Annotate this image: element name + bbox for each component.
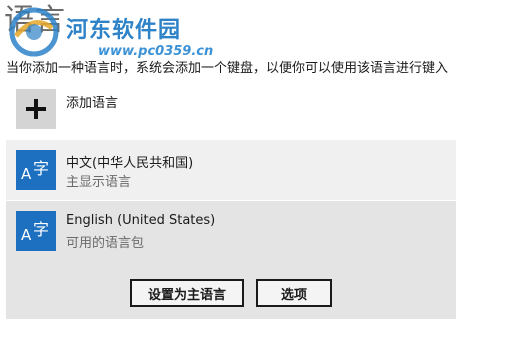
language-status: 可用的语言包 <box>66 236 145 251</box>
watermark: 河东软件园 www.pc0359.cn <box>0 0 230 62</box>
language-name: 中文(中华人民共和国) <box>66 156 194 171</box>
language-status: 主显示语言 <box>66 175 132 190</box>
watermark-logo-icon <box>9 7 59 57</box>
watermark-name: 河东软件园 <box>66 18 182 43</box>
language-item-zh-cn[interactable]: A 字 中文(中华人民共和国) 主显示语言 <box>6 140 456 200</box>
plus-icon[interactable] <box>16 89 56 129</box>
language-icon: A 字 <box>16 211 56 251</box>
add-language-label: 添加语言 <box>66 96 119 111</box>
language-name: English (United States) <box>66 213 216 228</box>
options-button[interactable]: 选项 <box>256 279 332 307</box>
language-item-en-us[interactable]: A 字 English (United States) 可用的语言包 <box>6 201 456 261</box>
add-language-button[interactable]: 添加语言 <box>16 89 456 131</box>
set-primary-language-button[interactable]: 设置为主语言 <box>130 279 244 307</box>
language-icon: A 字 <box>16 150 56 190</box>
page-description: 当你添加一种语言时，系统会添加一个键盘，以便你可以使用该语言进行键入 <box>6 61 449 76</box>
